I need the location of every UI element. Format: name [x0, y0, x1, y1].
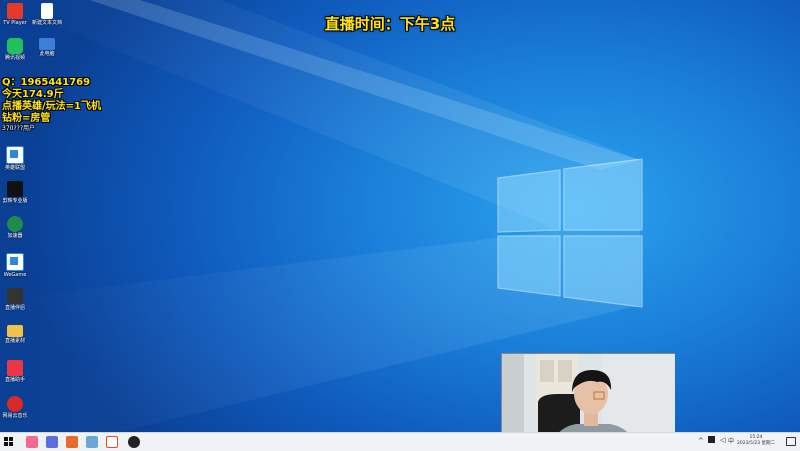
- accelerator-icon: [7, 216, 23, 232]
- desktop-icon-video-app[interactable]: 腾讯视频: [0, 38, 30, 61]
- video-app-icon: [7, 38, 23, 54]
- start-button[interactable]: [4, 437, 14, 447]
- capcut-icon: [7, 181, 23, 197]
- taskbar-app-4[interactable]: [86, 436, 98, 448]
- desktop-icon-capcut[interactable]: 剪映专业版: [0, 181, 30, 204]
- tray-chevron-up-icon[interactable]: ^: [698, 437, 704, 445]
- desktop-icon-computer[interactable]: 此电脑: [32, 38, 62, 57]
- desktop-icon-music[interactable]: 网易云音乐: [0, 396, 30, 419]
- taskbar-app-1[interactable]: [26, 436, 38, 448]
- desktop-icon-folder[interactable]: 直播素材: [0, 325, 30, 344]
- desktop-icon-wegame[interactable]: WeGame: [0, 253, 30, 278]
- overlay-line-small: 370???用户: [2, 125, 36, 132]
- computer-icon: [39, 38, 55, 50]
- desktop-icon-document[interactable]: 新建文本文档: [32, 3, 62, 26]
- desktop-icon-tv-app[interactable]: TV Player: [0, 3, 30, 26]
- desktop-icon-live-companion[interactable]: 直播伴侣: [0, 288, 30, 311]
- taskbar-app-6[interactable]: [128, 436, 140, 448]
- wallpaper-light-beams: [0, 0, 640, 432]
- desktop[interactable]: 直播时间：下午3点 Q：1965441769 今天174.9斤 点播英雄/玩法=…: [0, 0, 800, 432]
- folder-icon: [7, 325, 23, 337]
- live-companion-icon: [7, 288, 23, 304]
- taskbar-app-5[interactable]: [106, 436, 118, 448]
- live-assistant-icon: [7, 360, 23, 376]
- game-launcher-icon: [6, 146, 24, 164]
- stream-schedule-title: 直播时间：下午3点: [324, 15, 456, 33]
- stream-info-overlay: Q：1965441769 今天174.9斤 点播英雄/玩法=1飞机 钻粉=房管 …: [2, 77, 101, 133]
- taskbar-clock[interactable]: 15:24 2023/5/23 星期二: [736, 435, 776, 447]
- overlay-line-weight: 今天174.9斤: [2, 89, 64, 100]
- taskbar-app-3[interactable]: [66, 436, 78, 448]
- tray-ime-icon[interactable]: 中: [728, 436, 734, 445]
- notification-icon[interactable]: [786, 437, 796, 446]
- overlay-line-fans: 钻粉=房管: [2, 113, 51, 124]
- taskbar: ^ ◁ 中 15:24 2023/5/23 星期二: [0, 432, 800, 451]
- desktop-icon-game-launcher[interactable]: 英雄联盟: [0, 146, 30, 171]
- windows-logo-icon: [497, 158, 643, 308]
- desktop-icon-live-assistant[interactable]: 直播助手: [0, 360, 30, 383]
- taskbar-app-2[interactable]: [46, 436, 58, 448]
- music-icon: [7, 396, 23, 412]
- wegame-icon: [6, 253, 24, 271]
- tv-app-icon: [7, 3, 23, 19]
- desktop-icon-accelerator[interactable]: 加速器: [0, 216, 30, 239]
- document-icon: [41, 3, 53, 19]
- tray-capcut-icon[interactable]: [708, 436, 715, 443]
- tray-speaker-icon[interactable]: ◁: [720, 436, 725, 444]
- overlay-line-request: 点播英雄/玩法=1飞机: [2, 101, 101, 112]
- clock-date: 2023/5/23 星期二: [736, 441, 775, 446]
- overlay-line-qq: Q：1965441769: [2, 77, 91, 88]
